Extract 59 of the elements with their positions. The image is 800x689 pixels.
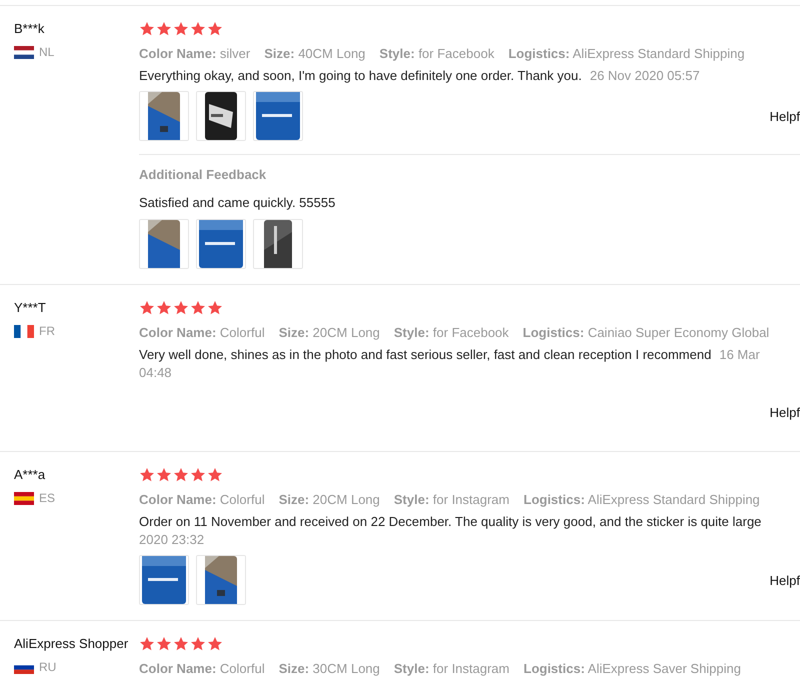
star-icon — [173, 21, 189, 37]
star-icon — [207, 636, 223, 652]
product-attribute: Color Name: Colorful — [139, 661, 265, 676]
helpful-label[interactable]: Helpf — [770, 404, 800, 420]
star-icon — [156, 300, 172, 316]
product-attribute: Size: 30CM Long — [278, 661, 380, 676]
product-attribute: Logistics: Cainiao Super Economy Global — [522, 325, 770, 340]
reviewer-name: AliExpress Shopper — [14, 636, 128, 651]
review-text: Satisfied and came quickly. 55555 — [139, 195, 336, 210]
star-icon — [190, 636, 206, 652]
product-attribute: Size: 20CM Long — [278, 492, 380, 507]
star-icon — [173, 636, 189, 652]
star-icon — [173, 467, 189, 483]
flag-icon — [14, 46, 34, 58]
reviewer-name: Y***T — [14, 300, 46, 315]
star-icon — [156, 636, 172, 652]
product-attribute: Style: for Facebook — [379, 46, 494, 61]
star-icon — [173, 300, 189, 316]
product-attribute: Style: for Instagram — [394, 661, 510, 676]
review-text: Everything okay, and soon, I'm going to have definitely one order. Thank you. — [139, 68, 582, 83]
product-attribute: Size: 40CM Long — [264, 46, 366, 61]
reviewer-name: B***k — [14, 21, 44, 36]
product-attribute: Logistics: AliExpress Saver Shipping — [524, 661, 741, 676]
product-attribute: Color Name: Colorful — [139, 325, 265, 340]
section-heading: Additional Feedback — [139, 167, 268, 182]
star-icon — [190, 467, 206, 483]
country-code: RU — [39, 660, 56, 674]
review-date: 16 Mar — [719, 347, 760, 362]
flag-icon — [14, 492, 34, 504]
product-attribute: Logistics: AliExpress Standard Shipping — [508, 46, 745, 61]
country-code: NL — [39, 45, 54, 59]
product-attribute: Color Name: Colorful — [139, 492, 265, 507]
product-attribute: Style: for Facebook — [394, 325, 509, 340]
star-icon — [207, 21, 223, 37]
star-icon — [139, 467, 155, 483]
star-icon — [139, 21, 155, 37]
country-code: FR — [39, 324, 55, 338]
helpful-label[interactable]: Helpf — [770, 572, 800, 588]
star-icon — [190, 300, 206, 316]
product-attribute: Logistics: AliExpress Standard Shipping — [524, 492, 760, 507]
review-date: 04:48 — [139, 365, 172, 380]
flag-icon — [14, 324, 34, 338]
star-icon — [156, 467, 172, 483]
country-code: ES — [39, 491, 56, 505]
review-text: Order on 11 November and received on 22 December. The quality is very good, and the sticker is quite large — [139, 514, 762, 529]
star-icon — [207, 300, 223, 316]
review-date: 2020 23:32 — [139, 532, 204, 547]
helpful-label[interactable]: Helpf — [770, 108, 800, 124]
product-attribute: Color Name: silver — [139, 46, 250, 61]
reviewer-name: A***a — [14, 467, 46, 482]
review-date: 26 Nov 2020 05:57 — [590, 68, 700, 83]
product-attribute: Size: 20CM Long — [278, 325, 380, 340]
star-icon — [190, 21, 206, 37]
star-icon — [139, 300, 155, 316]
product-attribute: Style: for Instagram — [394, 492, 510, 507]
review-text: Very well done, shines as in the photo and fast serious seller, fast and clean reception I recommend — [139, 347, 712, 362]
star-icon — [207, 467, 223, 483]
star-icon — [156, 21, 172, 37]
star-icon — [139, 636, 155, 652]
